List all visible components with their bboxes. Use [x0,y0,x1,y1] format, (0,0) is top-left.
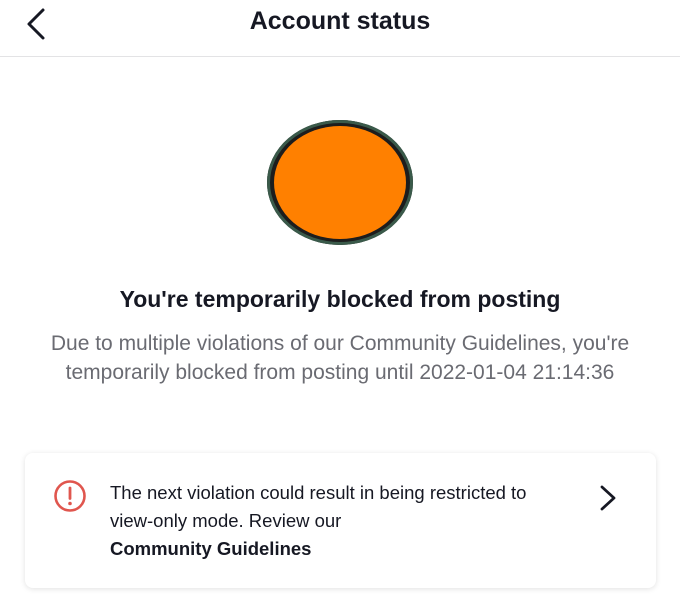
avatar-image [274,126,406,239]
notice-text: The next violation could result in being… [110,482,527,531]
account-status-content: You're temporarily blocked from posting … [0,57,680,599]
block-description: Due to multiple violations of our Commun… [50,332,630,384]
exclamation-circle-icon [54,480,86,512]
community-guidelines-link[interactable]: Community Guidelines [110,538,311,559]
page-title: Account status [249,7,431,35]
top-bar: Account status [0,0,680,57]
chevron-right-icon [600,485,616,511]
notice-text-block: The next violation could result in being… [110,479,550,563]
next-violation-notice[interactable]: The next violation could result in being… [25,453,656,588]
block-headline: You're temporarily blocked from posting [119,286,561,312]
avatar [267,120,413,245]
